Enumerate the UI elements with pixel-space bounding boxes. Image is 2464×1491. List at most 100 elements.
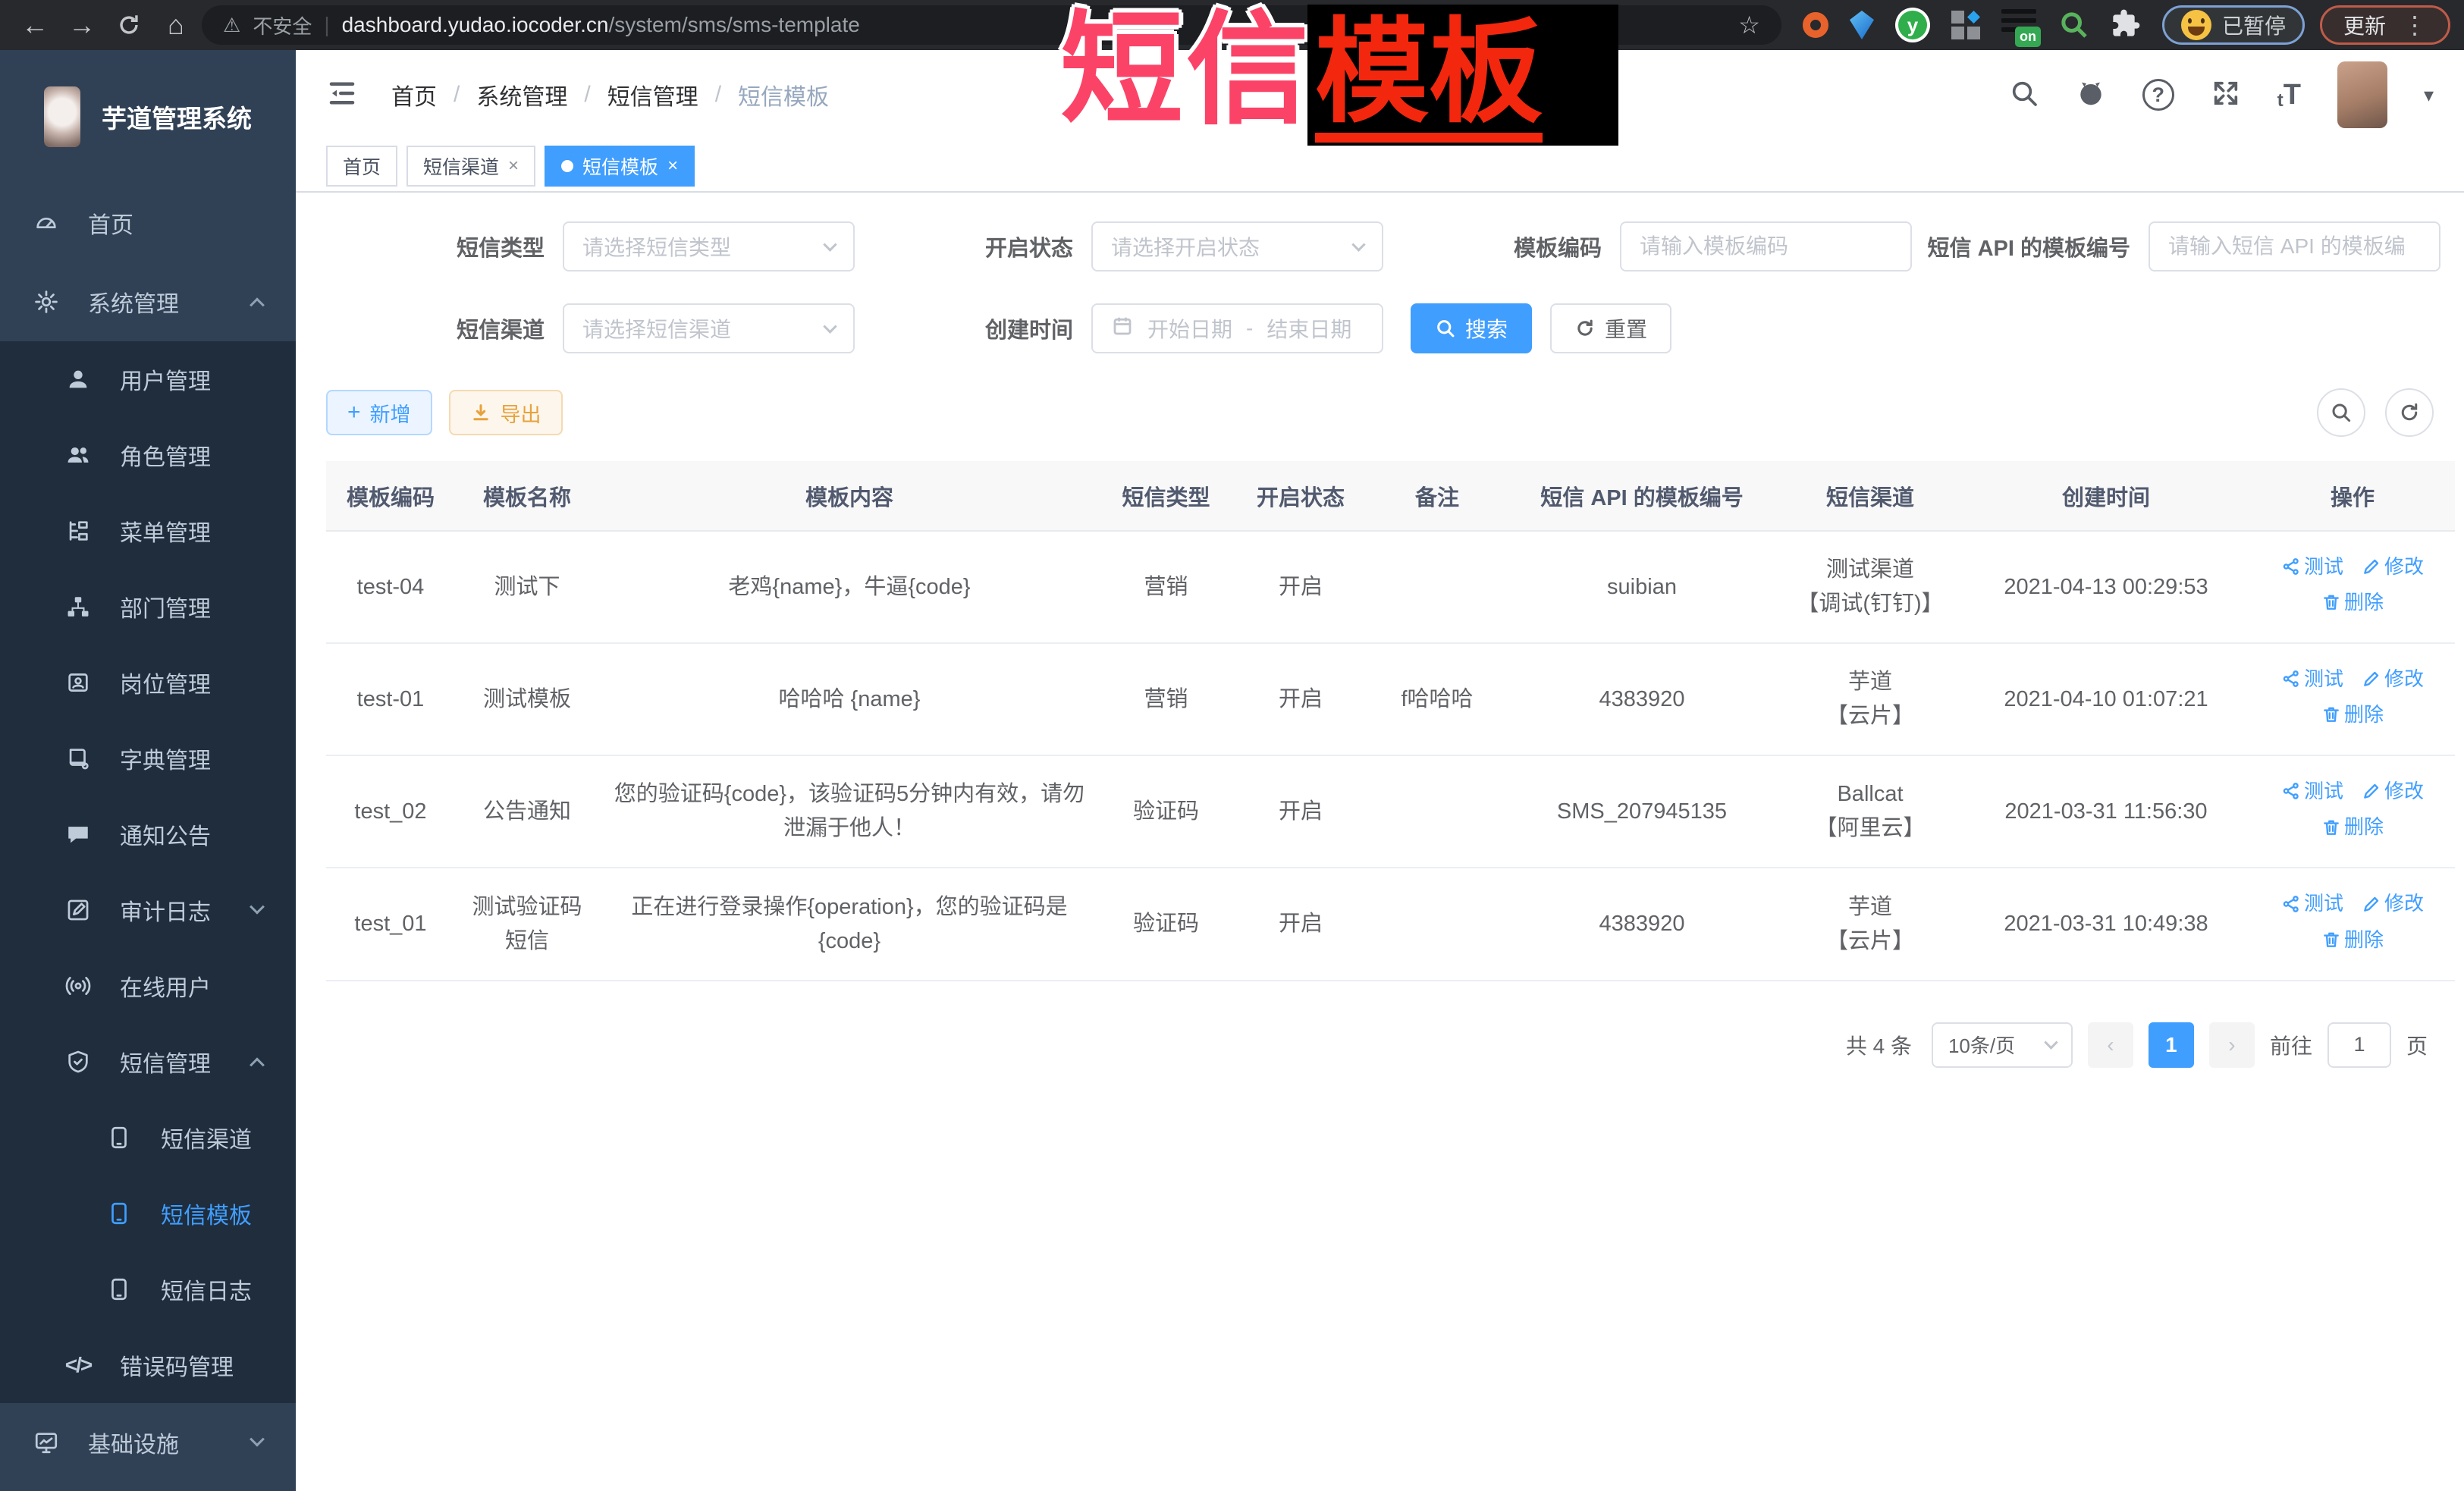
github-icon[interactable] [2076, 78, 2106, 112]
ext-gem-icon[interactable] [1850, 11, 1874, 39]
gear-icon [33, 289, 59, 315]
sidebar-item-error-codes[interactable]: </> 错误码管理 [0, 1327, 296, 1403]
sidebar-item-notices[interactable]: 通知公告 [0, 796, 296, 872]
edit-link[interactable]: 修改 [2362, 664, 2424, 694]
table-row: test_02 公告通知 您的验证码{code}，该验证码5分钟内有效，请勿泄漏… [326, 755, 2455, 868]
sidebar-group-infrastructure[interactable]: 基础设施 [0, 1403, 296, 1482]
help-icon[interactable]: ? [2142, 79, 2174, 111]
browser-update-button[interactable]: 更新 ⋮ [2320, 5, 2450, 45]
delete-link[interactable]: 删除 [2321, 587, 2384, 617]
test-link[interactable]: 测试 [2281, 664, 2343, 694]
col-status: 开启状态 [1232, 461, 1369, 531]
status-select[interactable]: 请选择开启状态 [1091, 221, 1383, 272]
breadcrumb-home[interactable]: 首页 [391, 78, 437, 111]
sidebar-logo-row[interactable]: 芋道管理系统 [0, 50, 296, 184]
browser-home-icon[interactable]: ⌂ [155, 4, 197, 46]
browser-back-icon[interactable]: ← [14, 4, 56, 46]
edit-link[interactable]: 修改 [2362, 888, 2424, 918]
ext-list-on-icon[interactable]: on [2001, 8, 2038, 42]
toggle-search-button[interactable] [2317, 388, 2365, 437]
filter-create-time: 创建时间 开始日期 - 结束日期 [855, 303, 1383, 353]
browser-forward-icon[interactable]: → [61, 4, 103, 46]
sidebar-collapse-icon[interactable] [326, 77, 358, 113]
sidebar-item-menus[interactable]: 菜单管理 [0, 493, 296, 569]
breadcrumb-system[interactable]: 系统管理 [476, 78, 567, 111]
edit-log-icon [65, 897, 91, 923]
sidebar-group-audit-log[interactable]: 审计日志 [0, 872, 296, 948]
breadcrumb-current: 短信模板 [738, 78, 829, 111]
add-button[interactable]: + 新增 [326, 390, 432, 435]
goto-page-input[interactable] [2327, 1022, 2391, 1068]
api-template-id-input[interactable] [2149, 221, 2440, 272]
sidebar-item-sms-template[interactable]: 短信模板 [0, 1176, 296, 1251]
url-text: dashboard.yudao.iocoder.cn/system/sms/sm… [342, 13, 860, 37]
delete-link[interactable]: 删除 [2321, 924, 2384, 955]
pagination-total: 共 4 条 [1846, 1030, 1912, 1060]
sidebar-item-sms-channel[interactable]: 短信渠道 [0, 1100, 296, 1176]
sidebar-item-roles[interactable]: 角色管理 [0, 417, 296, 493]
ext-y-icon[interactable]: y [1895, 8, 1930, 42]
date-range-picker[interactable]: 开始日期 - 结束日期 [1091, 303, 1383, 353]
filter-api-template-id: 短信 API 的模板编号 [1912, 221, 2440, 272]
edit-link[interactable]: 修改 [2362, 551, 2424, 582]
page-size-select[interactable]: 10条/页 [1932, 1022, 2073, 1068]
address-divider: | [324, 13, 329, 37]
next-page-button[interactable]: › [2209, 1022, 2255, 1068]
close-icon[interactable]: × [667, 155, 678, 177]
tab-sms-channel[interactable]: 短信渠道 × [406, 146, 535, 187]
col-template-name: 模板名称 [455, 461, 599, 531]
sidebar-item-departments[interactable]: 部门管理 [0, 569, 296, 645]
page-number-1[interactable]: 1 [2149, 1022, 2194, 1068]
date-range-separator: - [1246, 316, 1253, 341]
edit-link[interactable]: 修改 [2362, 776, 2424, 806]
test-link[interactable]: 测试 [2281, 888, 2343, 918]
close-icon[interactable]: × [508, 155, 519, 177]
search-button[interactable]: 搜索 [1411, 303, 1532, 353]
template-code-input[interactable] [1620, 221, 1912, 272]
browser-menu-kebab-icon[interactable]: ⋮ [2403, 11, 2427, 39]
phone-icon [106, 1276, 132, 1302]
tab-sms-template[interactable]: 短信模板 × [545, 146, 695, 187]
sidebar-item-sms-log[interactable]: 短信日志 [0, 1251, 296, 1327]
refresh-button[interactable] [2385, 388, 2434, 437]
table-toolbar: + 新增 导出 [326, 388, 2455, 437]
reset-button[interactable]: 重置 [1550, 303, 1671, 353]
col-channel: 短信渠道 [1778, 461, 1962, 531]
ext-grid-icon[interactable] [1951, 11, 1980, 39]
tab-home[interactable]: 首页 [326, 146, 397, 187]
table-header-row: 模板编码 模板名称 模板内容 短信类型 开启状态 备注 短信 API 的模板编号… [326, 461, 2455, 531]
sidebar-item-home[interactable]: 首页 [0, 184, 296, 262]
sidebar-group-sms[interactable]: 短信管理 [0, 1024, 296, 1100]
fullscreen-icon[interactable] [2211, 78, 2241, 112]
chevron-up-icon [250, 297, 265, 312]
search-icon[interactable] [2009, 78, 2039, 112]
sidebar-group-system[interactable]: 系统管理 [0, 262, 296, 341]
test-link[interactable]: 测试 [2281, 776, 2343, 806]
prev-page-button[interactable]: ‹ [2088, 1022, 2133, 1068]
table-tools [2317, 388, 2434, 437]
font-size-icon[interactable]: tT [2277, 79, 2301, 111]
sidebar-item-users[interactable]: 用户管理 [0, 341, 296, 417]
delete-link[interactable]: 删除 [2321, 811, 2384, 842]
extensions-puzzle-icon[interactable] [2111, 8, 2141, 42]
delete-link[interactable]: 删除 [2321, 699, 2384, 730]
breadcrumb-sms[interactable]: 短信管理 [607, 78, 698, 111]
sidebar-item-dict[interactable]: 字典管理 [0, 720, 296, 796]
table-row: test-04 测试下 老鸡{name}，牛逼{code} 营销 开启 suib… [326, 531, 2455, 643]
bookmark-star-icon[interactable]: ☆ [1738, 11, 1760, 39]
test-link[interactable]: 测试 [2281, 551, 2343, 582]
user-avatar[interactable] [2337, 61, 2387, 128]
profile-paused-chip[interactable]: 已暂停 [2162, 5, 2305, 45]
browser-reload-icon[interactable] [108, 4, 150, 46]
sidebar-item-online-users[interactable]: 在线用户 [0, 948, 296, 1024]
dictionary-icon [65, 746, 91, 771]
avatar-caret-icon[interactable]: ▾ [2424, 83, 2434, 107]
sidebar-item-posts[interactable]: 岗位管理 [0, 645, 296, 720]
address-bar[interactable]: ⚠ 不安全 | dashboard.yudao.iocoder.cn/syste… [202, 5, 1781, 45]
ext-donut-icon[interactable] [1803, 12, 1828, 38]
channel-select[interactable]: 请选择短信渠道 [563, 303, 855, 353]
export-button[interactable]: 导出 [449, 390, 563, 435]
sms-type-select[interactable]: 请选择短信类型 [563, 221, 855, 272]
ext-magnifier-icon[interactable] [2059, 10, 2089, 40]
extension-icons: y on [1803, 8, 2141, 42]
